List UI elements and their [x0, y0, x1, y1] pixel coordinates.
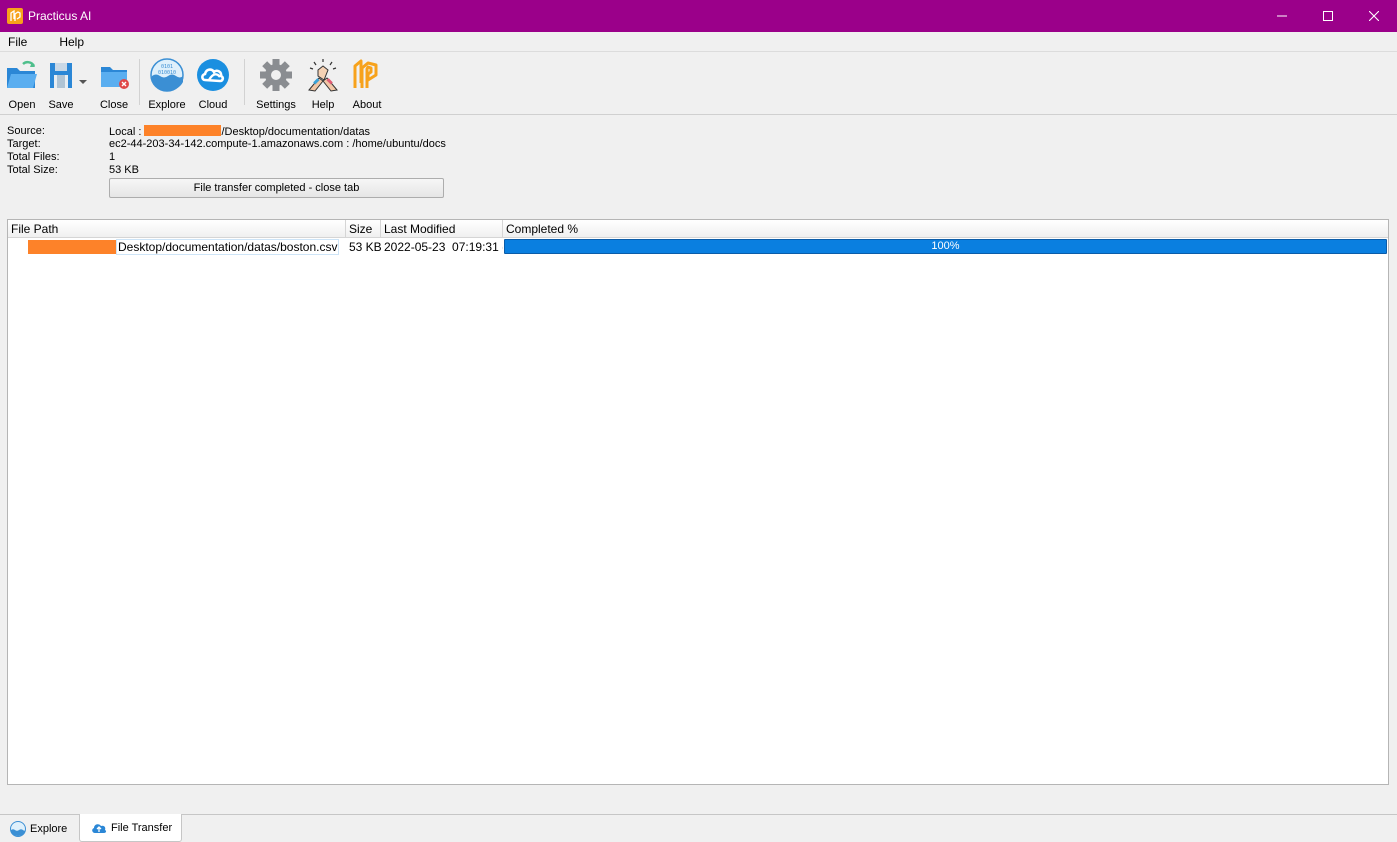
cloud-upload-icon — [91, 821, 107, 835]
close-label: Close — [99, 99, 129, 111]
menu-file[interactable]: File — [0, 35, 35, 49]
column-header-size[interactable]: Size — [346, 220, 381, 238]
handshake-icon — [305, 57, 341, 93]
save-dropdown-icon[interactable] — [79, 80, 87, 84]
progress-label: 100% — [931, 240, 960, 252]
file-transfer-table: File Path Size Last Modified Completed %… — [7, 219, 1389, 785]
column-header-last-modified[interactable]: Last Modified — [381, 220, 503, 238]
file-path-cell: Desktop/documentation/datas/boston.csv — [8, 239, 346, 255]
menu-bar: File Help — [0, 32, 1397, 52]
toolbar-separator — [139, 59, 140, 105]
practicus-logo-icon — [349, 57, 385, 93]
tab-file-transfer-label: File Transfer — [111, 821, 173, 834]
tab-explore[interactable]: Explore — [2, 816, 78, 842]
total-files-label: Total Files: — [7, 151, 60, 163]
source-path: /Desktop/documentation/datas — [221, 126, 371, 138]
app-logo-icon — [7, 8, 23, 24]
explore-label: Explore — [148, 99, 186, 111]
close-button[interactable] — [1351, 0, 1397, 32]
column-header-completed[interactable]: Completed % — [503, 220, 1388, 238]
about-button[interactable]: About — [345, 53, 389, 111]
help-button[interactable]: Help — [301, 53, 345, 111]
close-icon — [1369, 11, 1379, 21]
save-icon — [43, 57, 79, 93]
table-row[interactable]: Desktop/documentation/datas/boston.csv 5… — [8, 239, 1388, 256]
redacted-username — [144, 125, 222, 136]
target-row: Target: ec2-44-203-34-142.compute-1.amaz… — [7, 138, 446, 151]
open-label: Open — [8, 99, 36, 111]
bottom-tab-bar: Explore File Transfer — [0, 814, 1397, 842]
close-button-toolbar[interactable]: Close — [95, 53, 133, 111]
save-label: Save — [48, 99, 74, 111]
about-label: About — [352, 99, 382, 111]
svg-text:010010: 010010 — [158, 70, 176, 76]
close-folder-icon — [96, 57, 132, 93]
total-size-label: Total Size: — [7, 164, 58, 176]
help-label: Help — [311, 99, 335, 111]
cloud-label: Cloud — [198, 99, 228, 111]
file-path-text: Desktop/documentation/datas/boston.csv — [116, 239, 340, 255]
minimize-button[interactable] — [1259, 0, 1305, 32]
menu-help[interactable]: Help — [51, 35, 92, 49]
minimize-icon — [1277, 15, 1287, 17]
progress-bar: 100% — [504, 239, 1387, 254]
maximize-button[interactable] — [1305, 0, 1351, 32]
source-value: Local : /Desktop/documentation/datas — [109, 125, 370, 138]
total-files-row: Total Files: 1 — [7, 151, 446, 164]
target-value: ec2-44-203-34-142.compute-1.amazonaws.co… — [109, 138, 446, 150]
total-files-value: 1 — [109, 151, 116, 163]
cloud-icon — [195, 57, 231, 93]
transfer-info: Source: Local : /Desktop/documentation/d… — [7, 125, 446, 177]
settings-label: Settings — [256, 99, 296, 111]
maximize-icon — [1323, 11, 1333, 21]
window-title: Practicus AI — [28, 9, 92, 23]
explore-globe-icon — [10, 821, 26, 837]
cloud-button[interactable]: Cloud — [188, 53, 238, 111]
source-prefix: Local : — [109, 126, 145, 138]
table-header: File Path Size Last Modified Completed % — [8, 220, 1388, 238]
source-row: Source: Local : /Desktop/documentation/d… — [7, 125, 446, 138]
open-folder-icon — [4, 57, 40, 93]
open-button[interactable]: Open — [3, 53, 41, 111]
gear-icon — [258, 57, 294, 93]
tab-explore-label: Explore — [30, 823, 68, 835]
total-size-row: Total Size: 53 KB — [7, 164, 446, 177]
toolbar-separator — [244, 59, 245, 105]
title-bar: Practicus AI — [0, 0, 1397, 32]
tab-file-transfer[interactable]: File Transfer — [79, 814, 182, 842]
target-label: Target: — [7, 138, 41, 150]
save-button[interactable]: Save — [41, 53, 81, 111]
source-label: Source: — [7, 125, 45, 137]
column-header-file-path[interactable]: File Path — [8, 220, 346, 238]
settings-button[interactable]: Settings — [251, 53, 301, 111]
completed-cell: 100% — [503, 239, 1388, 255]
close-tab-button[interactable]: File transfer completed - close tab — [109, 178, 444, 198]
redacted-path-prefix — [28, 240, 116, 254]
explore-button[interactable]: 0101 010010 Explore — [146, 53, 188, 111]
size-cell: 53 KB — [349, 240, 381, 254]
explore-globe-icon: 0101 010010 — [149, 57, 185, 93]
last-modified-cell: 2022-05-23 07:19:31 () — [384, 240, 503, 254]
total-size-value: 53 KB — [109, 164, 139, 176]
toolbar: Open Save Close 0101 010010 Explore Cloud… — [0, 53, 1397, 115]
